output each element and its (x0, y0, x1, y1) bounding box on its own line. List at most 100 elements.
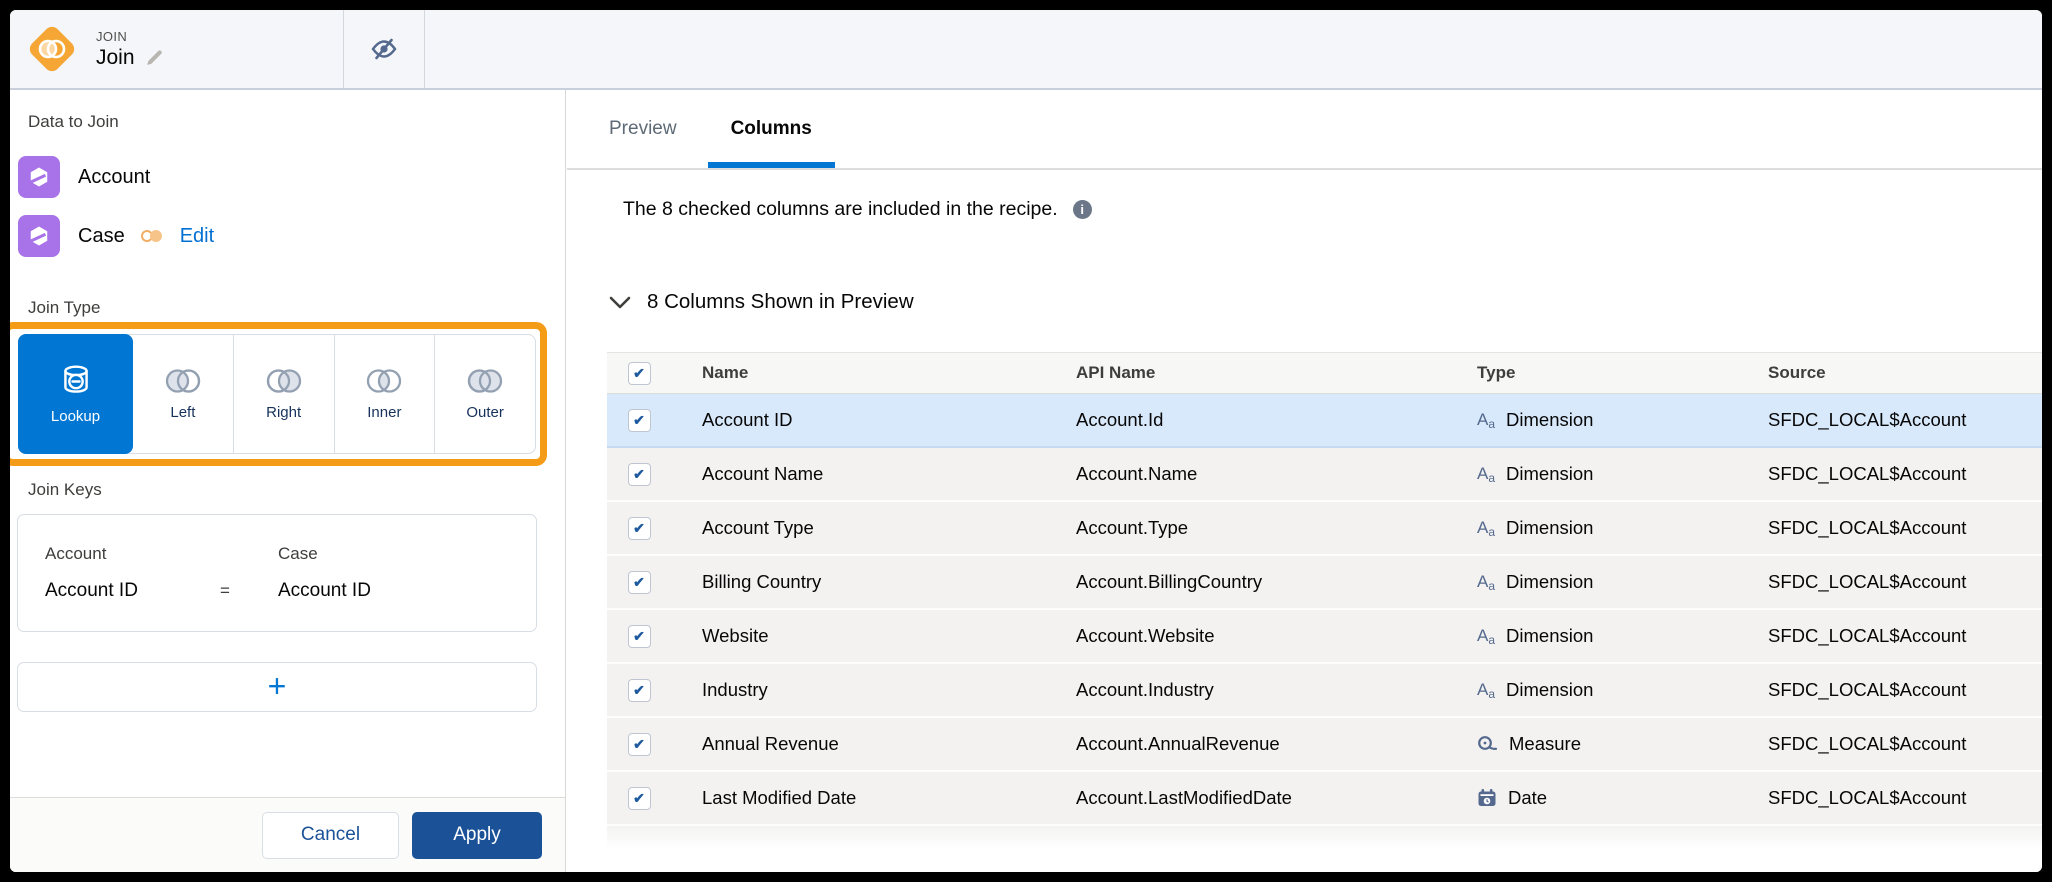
row-checkbox[interactable] (627, 516, 651, 540)
table-scroll-fade (607, 826, 2042, 850)
table-row[interactable]: Last Modified Date Account.LastModifiedD… (607, 772, 2042, 826)
column-header-type: Type (1477, 363, 1516, 382)
tab-preview[interactable]: Preview (609, 90, 677, 168)
join-type-inner[interactable]: Inner (333, 335, 435, 453)
select-all-checkbox[interactable] (627, 361, 651, 385)
cell-type: Measure (1509, 733, 1581, 754)
app-frame: JOIN Join Data to Join Account Case Edit… (10, 10, 2042, 872)
cell-type: Dimension (1506, 463, 1594, 484)
cell-source: SFDC_LOCAL$Account (1768, 787, 1967, 808)
join-key-left-field: Account ID (45, 580, 138, 601)
cell-source: SFDC_LOCAL$Account (1768, 625, 1967, 646)
cell-type: Dimension (1506, 625, 1594, 646)
dimension-icon: Aa (1477, 410, 1496, 431)
header-divider (424, 10, 425, 88)
info-text: The 8 checked columns are included in th… (623, 198, 1058, 220)
cell-api-name: Account.Website (1076, 625, 1215, 646)
cell-source: SFDC_LOCAL$Account (1768, 571, 1967, 592)
cell-source: SFDC_LOCAL$Account (1768, 409, 1967, 430)
node-type-label: JOIN (96, 28, 128, 44)
info-icon[interactable]: i (1072, 200, 1092, 219)
cell-name: Annual Revenue (702, 733, 839, 754)
dimension-icon: Aa (1477, 464, 1496, 485)
venn-left-icon (162, 367, 204, 395)
dimension-icon: Aa (1477, 518, 1496, 539)
dataset-name: Case (78, 224, 125, 247)
cell-api-name: Account.BillingCountry (1076, 571, 1263, 592)
join-type-right[interactable]: Right (232, 335, 334, 453)
preview-panel: Preview Columns The 8 checked columns ar… (567, 90, 2042, 872)
join-key-card[interactable]: Account Case Account ID = Account ID (17, 514, 537, 632)
columns-table: Name API Name Type Source Account ID Acc… (607, 352, 2042, 850)
table-row[interactable]: Annual Revenue Account.AnnualRevenue Mea… (607, 718, 2042, 772)
cell-source: SFDC_LOCAL$Account (1768, 679, 1967, 700)
column-header-api-name: API Name (1076, 363, 1156, 382)
date-icon (1477, 788, 1497, 808)
table-row[interactable]: Billing Country Account.BillingCountry A… (607, 556, 2042, 610)
edit-join-link[interactable]: Edit (180, 225, 214, 248)
row-checkbox[interactable] (627, 408, 651, 432)
cell-source: SFDC_LOCAL$Account (1768, 463, 1967, 484)
tab-bar: Preview Columns (567, 90, 2042, 170)
join-type-label: Join Type (28, 298, 101, 317)
cell-source: SFDC_LOCAL$Account (1768, 517, 1967, 538)
cell-api-name: Account.LastModifiedDate (1076, 787, 1292, 808)
dimension-icon: Aa (1477, 572, 1496, 593)
cancel-button[interactable]: Cancel (262, 811, 399, 859)
join-badge-icon (140, 230, 162, 242)
apply-button[interactable]: Apply (412, 811, 542, 859)
column-header-name: Name (702, 363, 749, 382)
dataset-row-case: Case Edit (18, 215, 214, 257)
join-type-lookup[interactable]: Lookup (18, 334, 133, 454)
row-checkbox[interactable] (627, 462, 651, 486)
panel-footer: Cancel Apply (10, 797, 565, 872)
cell-name: Last Modified Date (702, 787, 857, 808)
join-key-left-object: Account (45, 544, 107, 563)
cell-name: Website (702, 625, 769, 646)
dimension-icon: Aa (1477, 680, 1496, 701)
cell-api-name: Account.Name (1076, 463, 1198, 484)
chevron-down-icon (609, 296, 631, 308)
join-type-outer[interactable]: Outer (434, 335, 535, 453)
measure-icon (1477, 735, 1498, 754)
row-checkbox[interactable] (627, 570, 651, 594)
row-checkbox[interactable] (627, 678, 651, 702)
join-node-icon (24, 21, 80, 77)
eye-slash-icon (371, 38, 397, 60)
info-row: The 8 checked columns are included in th… (623, 198, 1092, 221)
columns-section-title: 8 Columns Shown in Preview (647, 290, 914, 313)
cell-type: Dimension (1506, 517, 1594, 538)
table-row[interactable]: Account Type Account.Type Aa Dimension SF… (607, 502, 2042, 556)
join-type-callout: Lookup Left Right Inner Outer (10, 322, 547, 466)
join-type-group: Lookup Left Right Inner Outer (18, 334, 536, 454)
row-checkbox[interactable] (627, 786, 651, 810)
hide-preview-button[interactable] (344, 10, 424, 88)
table-row[interactable]: Industry Account.Industry Aa Dimension SF… (607, 664, 2042, 718)
row-checkbox[interactable] (627, 624, 651, 648)
cell-source: SFDC_LOCAL$Account (1768, 733, 1967, 754)
cell-type: Dimension (1506, 571, 1594, 592)
row-checkbox[interactable] (627, 732, 651, 756)
join-config-panel: Data to Join Account Case Edit Join Type (10, 90, 566, 872)
column-header-source: Source (1768, 363, 1826, 382)
cell-type: Dimension (1506, 409, 1594, 430)
cell-name: Account ID (702, 409, 793, 430)
dataset-icon (18, 215, 60, 257)
plus-icon: + (267, 667, 287, 704)
node-titles: JOIN Join (96, 29, 164, 70)
table-row[interactable]: Account ID Account.Id Aa Dimension SFDC_L… (607, 394, 2042, 448)
table-row[interactable]: Account Name Account.Name Aa Dimension SF… (607, 448, 2042, 502)
cell-api-name: Account.Industry (1076, 679, 1214, 700)
cell-type: Dimension (1506, 679, 1594, 700)
edit-name-pencil-icon[interactable] (145, 48, 164, 67)
dimension-icon: Aa (1477, 626, 1496, 647)
cell-api-name: Account.Id (1076, 409, 1164, 430)
lookup-icon (58, 363, 94, 399)
join-key-operator: = (220, 581, 230, 600)
join-type-left[interactable]: Left (133, 335, 233, 453)
venn-icon (38, 39, 66, 59)
table-row[interactable]: Website Account.Website Aa Dimension SFDC… (607, 610, 2042, 664)
columns-section-header[interactable]: 8 Columns Shown in Preview (609, 290, 914, 314)
add-join-key-button[interactable]: + (17, 662, 537, 712)
tab-columns[interactable]: Columns (707, 90, 836, 168)
